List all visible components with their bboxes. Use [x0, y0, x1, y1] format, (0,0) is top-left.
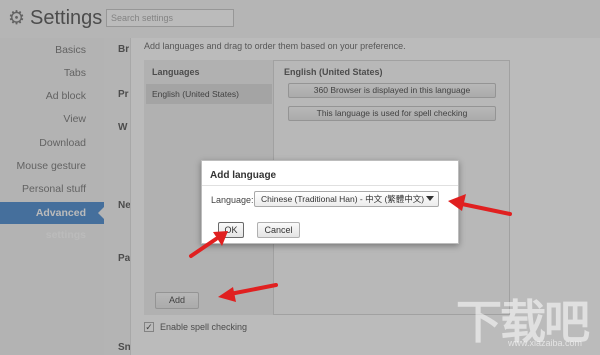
arrow-to-select: [448, 194, 512, 216]
arrow-to-add: [218, 283, 278, 302]
arrow-to-ok: [189, 231, 228, 258]
watermark-url: www.xiazaiba.com: [508, 338, 583, 348]
watermark: 下载吧 www.xiazaiba.com: [456, 286, 598, 352]
